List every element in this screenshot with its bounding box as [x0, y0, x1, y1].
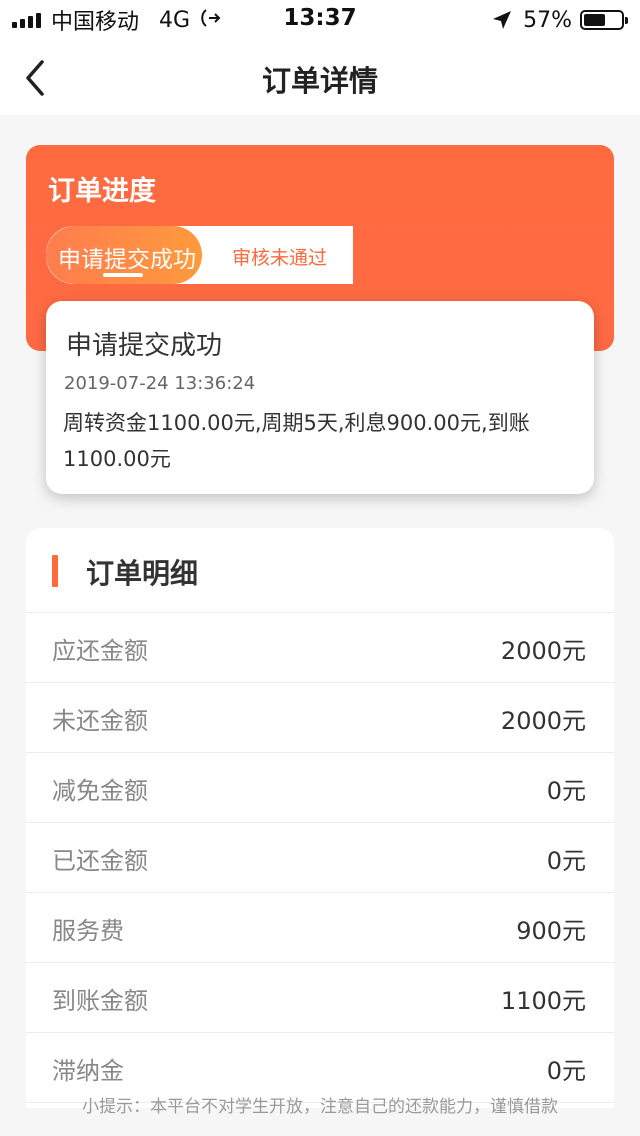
order-detail-title: 订单明细 — [86, 557, 199, 590]
row-value: 1100元 — [500, 987, 586, 1015]
detail-row-unpaid: 未还金额 2000元 — [26, 683, 614, 753]
row-label: 应还金额 — [52, 637, 148, 665]
step-submitted-tab[interactable]: 申请提交成功 — [46, 226, 202, 284]
detail-row-paid: 已还金额 0元 — [26, 823, 614, 893]
order-detail-list: 应还金额 2000元 未还金额 2000元 减免金额 0元 已还金额 0元 服务… — [26, 613, 614, 1103]
active-step-indicator — [103, 273, 143, 277]
progress-detail-time: 2019-07-24 13:36:24 — [64, 373, 256, 394]
detail-row-waived: 减免金额 0元 — [26, 753, 614, 823]
row-label: 已还金额 — [52, 847, 148, 875]
progress-detail-card: 申请提交成功 2019-07-24 13:36:24 周转资金1100.00元,… — [46, 301, 594, 494]
row-value: 900元 — [516, 917, 586, 945]
step-rejected-tab[interactable]: 审核未通过 — [232, 243, 327, 270]
row-label: 未还金额 — [52, 707, 148, 735]
progress-steps: 申请提交成功 审核未通过 — [46, 226, 353, 284]
row-label: 减免金额 — [52, 777, 148, 805]
row-value: 2000元 — [500, 637, 586, 665]
row-label: 滞纳金 — [52, 1057, 124, 1085]
detail-row-received: 到账金额 1100元 — [26, 963, 614, 1033]
progress-detail-description: 周转资金1100.00元,周期5天,利息900.00元,到账1100.00元 — [63, 411, 530, 471]
detail-row-amount-due: 应还金额 2000元 — [26, 613, 614, 683]
row-value: 0元 — [546, 1057, 586, 1085]
order-detail-section: 订单明细 应还金额 2000元 未还金额 2000元 减免金额 0元 已还金额 … — [26, 528, 614, 1108]
status-right: 57% — [491, 6, 628, 34]
page-title: 订单详情 — [261, 64, 378, 98]
nav-bar: 订单详情 — [0, 40, 640, 115]
detail-row-service-fee: 服务费 900元 — [26, 893, 614, 963]
row-label: 服务费 — [52, 917, 124, 945]
step-label: 申请提交成功 — [58, 247, 196, 273]
row-value: 0元 — [546, 847, 586, 875]
row-value: 0元 — [546, 777, 586, 805]
footer-tip: 小提示：本平台不对学生开放，注意自己的还款能力，谨慎借款 — [82, 1097, 558, 1117]
row-value: 2000元 — [500, 707, 586, 735]
row-label: 到账金额 — [52, 987, 148, 1015]
section-accent-bar — [52, 555, 58, 587]
status-bar: 中国移动 4G 13:37 57% — [0, 0, 640, 40]
battery-icon — [580, 10, 628, 30]
progress-detail-title: 申请提交成功 — [66, 331, 223, 361]
location-arrow-icon — [493, 11, 512, 29]
order-detail-header: 订单明细 — [26, 528, 614, 613]
progress-title: 订单进度 — [48, 176, 156, 207]
battery-percent: 57% — [523, 7, 572, 33]
